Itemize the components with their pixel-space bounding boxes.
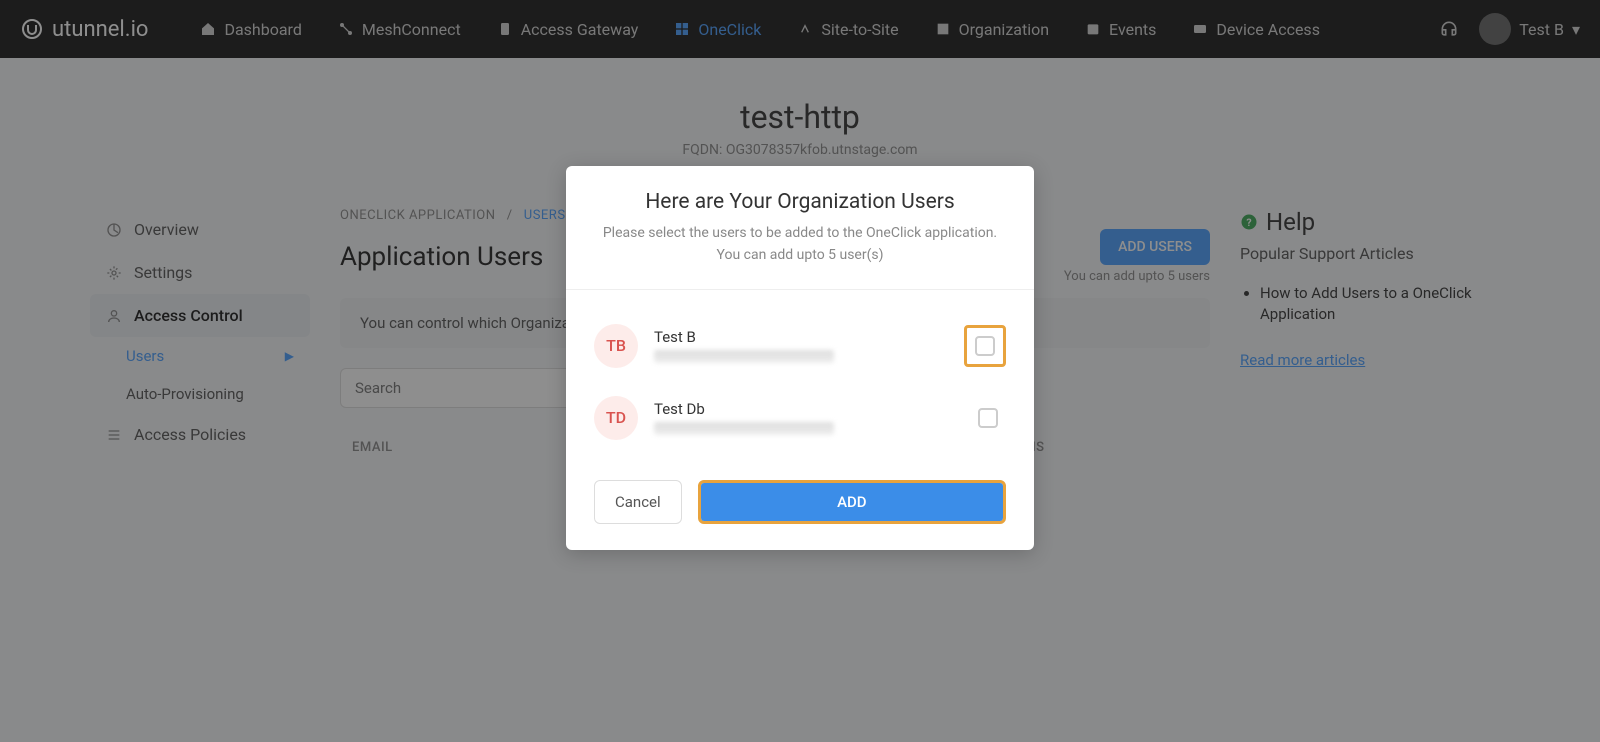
modal-text-2: You can add upto 5 user(s) [594,244,1006,266]
add-button[interactable]: ADD [701,483,1003,521]
user-avatar: TD [594,396,638,440]
user-row: TD Test Db [594,382,1006,454]
user-email-blurred [654,422,954,435]
user-name: Test B [654,328,948,346]
add-button-highlight: ADD [698,480,1006,524]
user-checkbox-wrap [970,400,1006,436]
user-checkbox[interactable] [975,336,995,356]
user-email-blurred [654,350,948,363]
user-avatar: TB [594,324,638,368]
modal-title: Here are Your Organization Users [594,190,1006,214]
user-row: TB Test B [594,310,1006,382]
modal-text-1: Please select the users to be added to t… [594,222,1006,244]
user-checkbox-wrap [964,325,1006,367]
user-checkbox[interactable] [978,408,998,428]
cancel-button[interactable]: Cancel [594,480,682,524]
add-users-modal: Here are Your Organization Users Please … [566,166,1034,550]
user-name: Test Db [654,400,954,418]
modal-overlay: Here are Your Organization Users Please … [0,0,1600,742]
